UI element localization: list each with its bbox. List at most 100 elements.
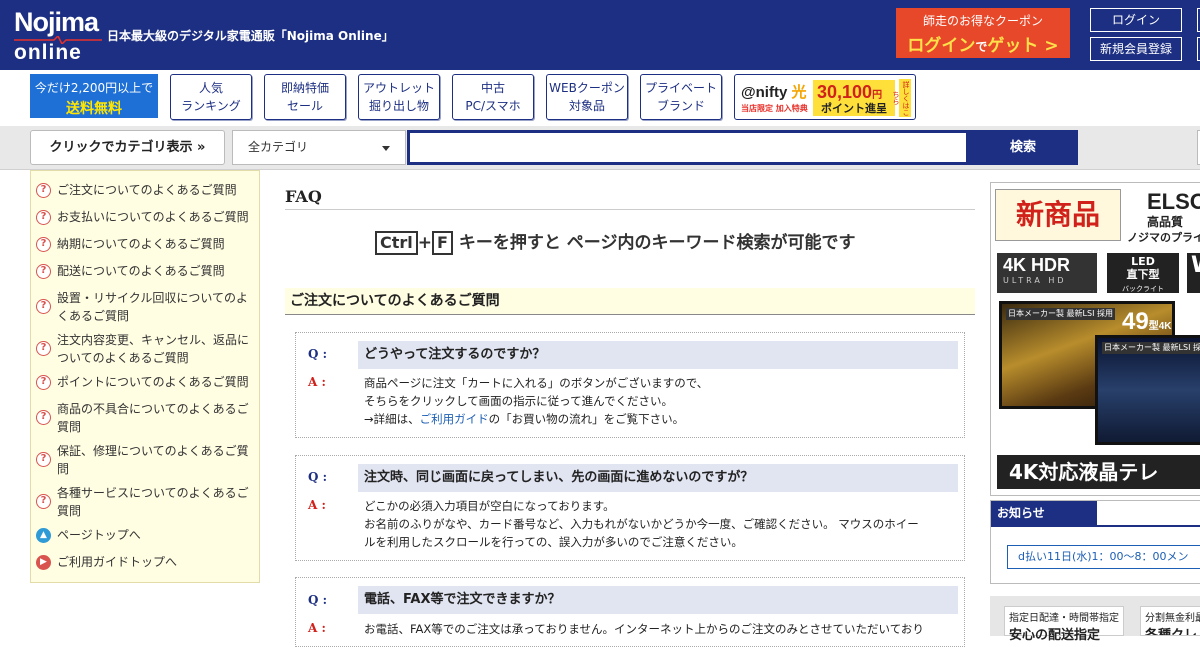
sidebar-item-defect[interactable]: ? 商品の不具合についてのよくあるご質問: [31, 400, 259, 436]
nifty-brand: @nifty 光: [741, 84, 807, 101]
promo-button-private-brand[interactable]: プライベート ブランド: [640, 74, 722, 120]
tv-caption: 4K対応液晶テレ: [997, 455, 1200, 489]
question-icon: ?: [36, 452, 51, 467]
news-item[interactable]: d払い11日(水)1：00～8：00メン: [1007, 545, 1200, 569]
coupon-banner[interactable]: 師走のお得なクーポン ログインでゲット >: [896, 8, 1070, 58]
nifty-note: 当店限定 加入特典: [741, 104, 808, 113]
category-select-value: 全カテゴリ: [248, 140, 309, 154]
question-icon: ?: [36, 299, 51, 314]
free-shipping-line2: 送料無料: [66, 101, 122, 117]
installment-card[interactable]: 分割無金利最 各種クレ: [1140, 606, 1200, 636]
register-button[interactable]: 新規会員登録: [1090, 37, 1182, 61]
nifty-detail-tab: 詳しくはこちら: [892, 79, 911, 117]
promo-button-sale[interactable]: 即納特価 セール: [264, 74, 346, 120]
promo-button-outlet[interactable]: アウトレット 掘り出し物: [358, 74, 440, 120]
arrow-up-icon: ▲: [36, 528, 51, 543]
sidebar-guide-top-link[interactable]: ▶ ご利用ガイドトップへ: [31, 553, 259, 571]
promo-button-ranking[interactable]: 人気 ランキング: [170, 74, 252, 120]
ctrl-f-hint: Ctrl + F キーを押すと ページ内のキーワード検索が可能です: [375, 228, 935, 255]
nifty-points-label: ポイント進呈: [821, 102, 887, 115]
faq-sidebar: ? ご注文についてのよくあるご質問 ? お支払いについてのよくあるご質問 ? 納…: [30, 170, 260, 583]
logo-bottom-text: online: [14, 41, 82, 64]
category-select[interactable]: 全カテゴリ: [232, 130, 406, 165]
a-label: A :: [308, 498, 326, 512]
question-icon: ?: [36, 210, 51, 225]
ctrl-hint-text: キーを押すと ページ内のキーワード検索が可能です: [458, 233, 856, 253]
login-button[interactable]: ログイン: [1090, 8, 1182, 32]
qa-item: Q : 注文時、同じ画面に戻ってしまい、先の画面に進めないのですが？ A : ど…: [295, 455, 965, 561]
delivery-option-card[interactable]: 指定日配達・時間帯指定 安心の配送指定: [1004, 606, 1124, 643]
answer-text: 商品ページに注文「カートに入れる」のボタンがございますので、 そちらをクリックし…: [364, 376, 709, 426]
promo-bar: 今だけ2,200円以上で 送料無料 人気 ランキング 即納特価 セール アウトレ…: [0, 70, 1200, 126]
coupon-line1: 師走のお得なクーポン: [922, 14, 1043, 28]
a-label: A :: [308, 621, 326, 635]
coupon-line2: ログインでゲット >: [907, 36, 1059, 56]
news-panel: お知らせ d払い11日(水)1：00～8：00メン: [990, 500, 1200, 584]
free-shipping-line1: 今だけ2,200円以上で: [34, 81, 154, 95]
sidebar-item-delivery-time[interactable]: ? 納期についてのよくあるご質問: [31, 235, 259, 253]
brand-name: ELSO: [1147, 189, 1200, 214]
chevron-down-icon: [382, 146, 390, 151]
promo-button-used[interactable]: 中古 PC/スマホ: [452, 74, 534, 120]
sidebar-item-warranty[interactable]: ? 保証、修理についてのよくあるご質問: [31, 442, 259, 478]
question-icon: ?: [36, 183, 51, 198]
search-button[interactable]: 検索: [968, 130, 1078, 165]
answer-text: どこかの必須入力項目が空白になっております。 お名前のふりがなや、カード番号など…: [364, 499, 919, 549]
faq-main: FAQ Ctrl + F キーを押すと ページ内のキーワード検索が可能です ご注文に…: [285, 170, 975, 647]
promo-button-coupon[interactable]: WEBクーポン 対象品: [546, 74, 628, 120]
led-badge: LED 直下型 バックライト: [1107, 253, 1179, 293]
sidebar-item-installation[interactable]: ? 設置・リサイクル回収についてのよくあるご質問: [31, 289, 259, 325]
tv-tag: 日本メーカー製 最新LSI 採用: [1006, 308, 1115, 320]
sidebar-item-cancel[interactable]: ? 注文内容変更、キャンセル、返品についてのよくあるご質問: [31, 331, 259, 367]
answer-text: お電話、FAX等でのご注文は承っておりません。インターネット上からのご注文のみと…: [364, 622, 924, 636]
guide-link[interactable]: ご利用ガイド: [420, 412, 489, 426]
4k-hdr-badge: 4K HDR ULTRA HD: [997, 253, 1097, 293]
q-label: Q :: [308, 470, 328, 484]
f-key: F: [432, 231, 453, 255]
free-shipping-banner[interactable]: 今だけ2,200円以上で 送料無料: [30, 74, 158, 118]
new-product-ad[interactable]: 新商品 ELSO 高品質 ノジマのプライ 4K HDR ULTRA HD LED…: [990, 182, 1200, 496]
tv-image-2: 日本メーカー製 最新LSI 採用: [1095, 335, 1200, 445]
question-icon: ?: [36, 375, 51, 390]
section-title: ご注文についてのよくあるご質問: [285, 288, 975, 315]
sidebar-page-top-link[interactable]: ▲ ページトップへ: [31, 526, 259, 544]
site-tagline: 日本最大級のデジタル家電通販「Nojima Online」: [107, 29, 394, 43]
question-icon: ?: [36, 341, 51, 356]
qa-item: Q : 電話、FAX等で注文できますか？ A : お電話、FAX等でのご注文は承…: [295, 577, 965, 647]
logo-top-text: Nojima: [14, 7, 99, 37]
question-icon: ?: [36, 410, 51, 425]
qa-item: Q : どうやって注文するのですか？ A : 商品ページに注文「カートに入れる」…: [295, 332, 965, 438]
question-icon: ?: [36, 494, 51, 509]
sidebar-item-shipping[interactable]: ? 配送についてのよくあるご質問: [31, 262, 259, 280]
nifty-banner[interactable]: @nifty 光 当店限定 加入特典 30,100円 ポイント進呈 詳しくはこち…: [734, 74, 916, 120]
nifty-points-box: 30,100円 ポイント進呈: [813, 80, 895, 116]
w-badge: W: [1187, 253, 1200, 293]
sidebar-item-order[interactable]: ? ご注文についてのよくあるご質問: [31, 181, 259, 199]
news-divider: [991, 525, 1200, 527]
brand-sub1: 高品質: [1147, 215, 1184, 229]
site-logo[interactable]: Nojima online: [14, 6, 102, 66]
sidebar-item-payment[interactable]: ? お支払いについてのよくあるご質問: [31, 208, 259, 226]
q-label: Q :: [308, 593, 328, 607]
new-product-badge: 新商品: [995, 189, 1121, 241]
sidebar-item-points[interactable]: ? ポイントについてのよくあるご質問: [31, 373, 259, 391]
question-text: 注文時、同じ画面に戻ってしまい、先の画面に進めないのですが？: [358, 464, 958, 492]
tv-tag-2: 日本メーカー製 最新LSI 採用: [1102, 342, 1200, 354]
a-label: A :: [308, 375, 326, 389]
question-text: 電話、FAX等で注文できますか？: [358, 586, 958, 614]
q-label: Q :: [308, 347, 328, 361]
site-header: Nojima online 日本最大級のデジタル家電通販「Nojima Onli…: [0, 0, 1200, 70]
search-input[interactable]: [407, 130, 969, 165]
page-title: FAQ: [285, 187, 975, 210]
ctrl-key: Ctrl: [375, 231, 418, 255]
news-title: お知らせ: [991, 501, 1097, 525]
question-icon: ?: [36, 237, 51, 252]
category-toggle-button[interactable]: クリックでカテゴリ表示 »: [30, 130, 225, 165]
brand-sub2: ノジマのプライ: [1127, 231, 1200, 244]
question-text: どうやって注文するのですか？: [358, 341, 958, 369]
search-bar: クリックでカテゴリ表示 » 全カテゴリ 検索: [0, 126, 1200, 170]
plus-sign: +: [417, 233, 433, 253]
arrow-right-icon: ▶: [36, 555, 51, 570]
question-icon: ?: [36, 264, 51, 279]
sidebar-item-services[interactable]: ? 各種サービスについてのよくあるご質問: [31, 484, 259, 520]
